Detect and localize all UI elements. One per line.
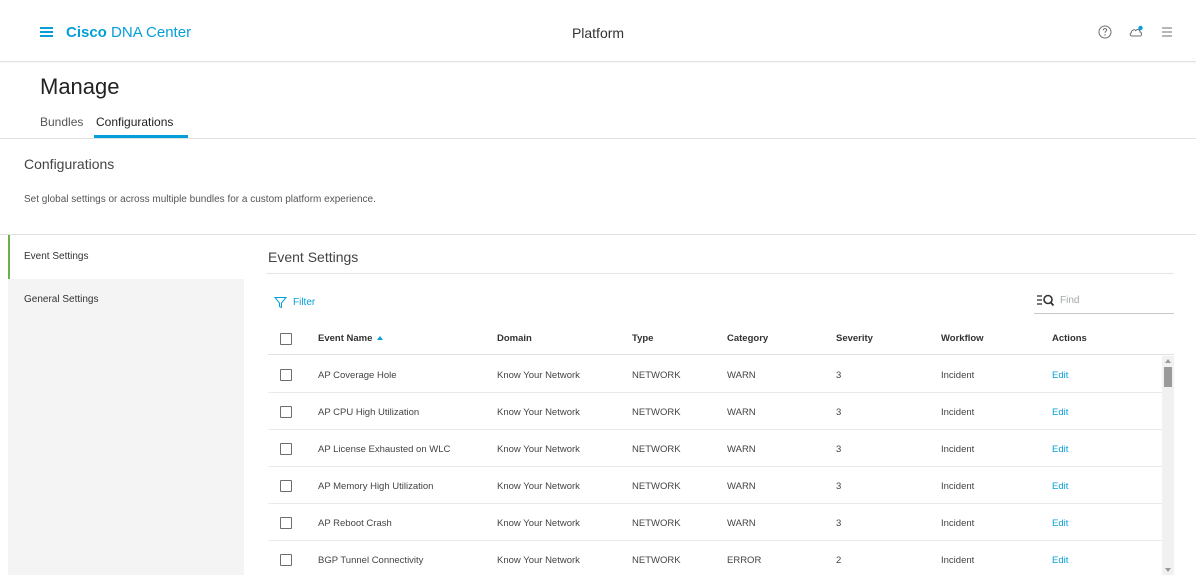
workflow-cell: Incident [941,444,975,455]
top-header: Cisco DNA Center Platform [0,0,1196,62]
table-row: AP Memory High Utilization Know Your Net… [268,467,1162,504]
scrollbar-thumb[interactable] [1164,367,1172,387]
severity-cell: 3 [836,444,842,455]
filter-icon [274,296,287,308]
table-row: AP CPU High Utilization Know Your Networ… [268,393,1162,430]
sidebar-item-general-settings[interactable]: General Settings [8,279,244,321]
filter-button[interactable]: Filter [274,294,315,310]
workflow-cell: Incident [941,518,975,529]
category-cell: ERROR [727,555,762,566]
row-checkbox[interactable] [280,369,292,381]
column-header-type[interactable]: Type [632,333,653,344]
event-name-cell: AP License Exhausted on WLC [318,444,451,455]
column-header-workflow[interactable]: Workflow [941,333,984,344]
event-name-cell: AP Coverage Hole [318,370,397,381]
table-scrollbar[interactable] [1162,356,1174,575]
table-header: Event Name Domain Type Category Severity… [268,322,1174,355]
event-name-cell: AP Memory High Utilization [318,481,434,492]
edit-link[interactable]: Edit [1052,518,1068,529]
severity-cell: 3 [836,370,842,381]
table-row: AP Coverage Hole Know Your Network NETWO… [268,356,1162,393]
column-header-event-name[interactable]: Event Name [318,333,384,344]
divider [266,273,1174,274]
find-field [1034,290,1174,314]
divider [0,138,1196,139]
scroll-up-arrow-icon[interactable] [1165,359,1171,363]
help-icon[interactable] [1097,24,1113,40]
row-checkbox[interactable] [280,443,292,455]
edit-link[interactable]: Edit [1052,481,1068,492]
domain-cell: Know Your Network [497,407,580,418]
edit-link[interactable]: Edit [1052,555,1068,566]
severity-cell: 3 [836,518,842,529]
domain-cell: Know Your Network [497,555,580,566]
severity-cell: 3 [836,407,842,418]
search-input[interactable] [1060,291,1170,309]
type-cell: NETWORK [632,481,681,492]
table-row: AP License Exhausted on WLC Know Your Ne… [268,430,1162,467]
row-checkbox[interactable] [280,517,292,529]
type-cell: NETWORK [632,555,681,566]
content-title: Event Settings [268,249,359,265]
filter-label: Filter [293,296,316,308]
menu-list-icon[interactable] [1159,24,1175,40]
domain-cell: Know Your Network [497,481,580,492]
workflow-cell: Incident [941,481,975,492]
table-row: BGP Tunnel Connectivity Know Your Networ… [268,541,1162,575]
category-cell: WARN [727,518,756,529]
sidebar-item-event-settings[interactable]: Event Settings [8,235,244,279]
domain-cell: Know Your Network [497,444,580,455]
cloud-notification-icon[interactable] [1128,24,1144,40]
tab-bundles[interactable]: Bundles [40,115,83,129]
search-icon [1037,294,1055,307]
sort-ascending-icon [377,336,384,340]
settings-sidebar: Event Settings General Settings [8,235,244,575]
edit-link[interactable]: Edit [1052,444,1068,455]
category-cell: WARN [727,444,756,455]
category-cell: WARN [727,370,756,381]
category-cell: WARN [727,481,756,492]
column-header-domain[interactable]: Domain [497,333,532,344]
row-checkbox[interactable] [280,480,292,492]
type-cell: NETWORK [632,407,681,418]
column-header-label: Event Name [318,333,373,344]
event-name-cell: AP CPU High Utilization [318,407,420,418]
row-checkbox[interactable] [280,406,292,418]
row-checkbox[interactable] [280,554,292,566]
column-header-severity[interactable]: Severity [836,333,873,344]
section-description: Set global settings or across multiple b… [24,194,376,205]
workflow-cell: Incident [941,555,975,566]
severity-cell: 3 [836,481,842,492]
column-header-category[interactable]: Category [727,333,768,344]
event-name-cell: BGP Tunnel Connectivity [318,555,424,566]
workflow-cell: Incident [941,407,975,418]
select-all-checkbox[interactable] [280,333,292,345]
type-cell: NETWORK [632,370,681,381]
type-cell: NETWORK [632,444,681,455]
domain-cell: Know Your Network [497,370,580,381]
events-table: Event Name Domain Type Category Severity… [268,322,1174,575]
severity-cell: 2 [836,555,842,566]
tab-configurations[interactable]: Configurations [94,115,175,129]
category-cell: WARN [727,407,756,418]
table-row: AP Reboot Crash Know Your Network NETWOR… [268,504,1162,541]
edit-link[interactable]: Edit [1052,407,1068,418]
scroll-down-arrow-icon[interactable] [1165,568,1171,572]
domain-cell: Know Your Network [497,518,580,529]
event-name-cell: AP Reboot Crash [318,518,392,529]
column-header-actions: Actions [1052,333,1087,344]
header-title: Platform [571,25,625,41]
page-title: Manage [40,74,120,99]
workflow-cell: Incident [941,370,975,381]
section-title: Configurations [24,156,115,172]
edit-link[interactable]: Edit [1052,370,1068,381]
type-cell: NETWORK [632,518,681,529]
